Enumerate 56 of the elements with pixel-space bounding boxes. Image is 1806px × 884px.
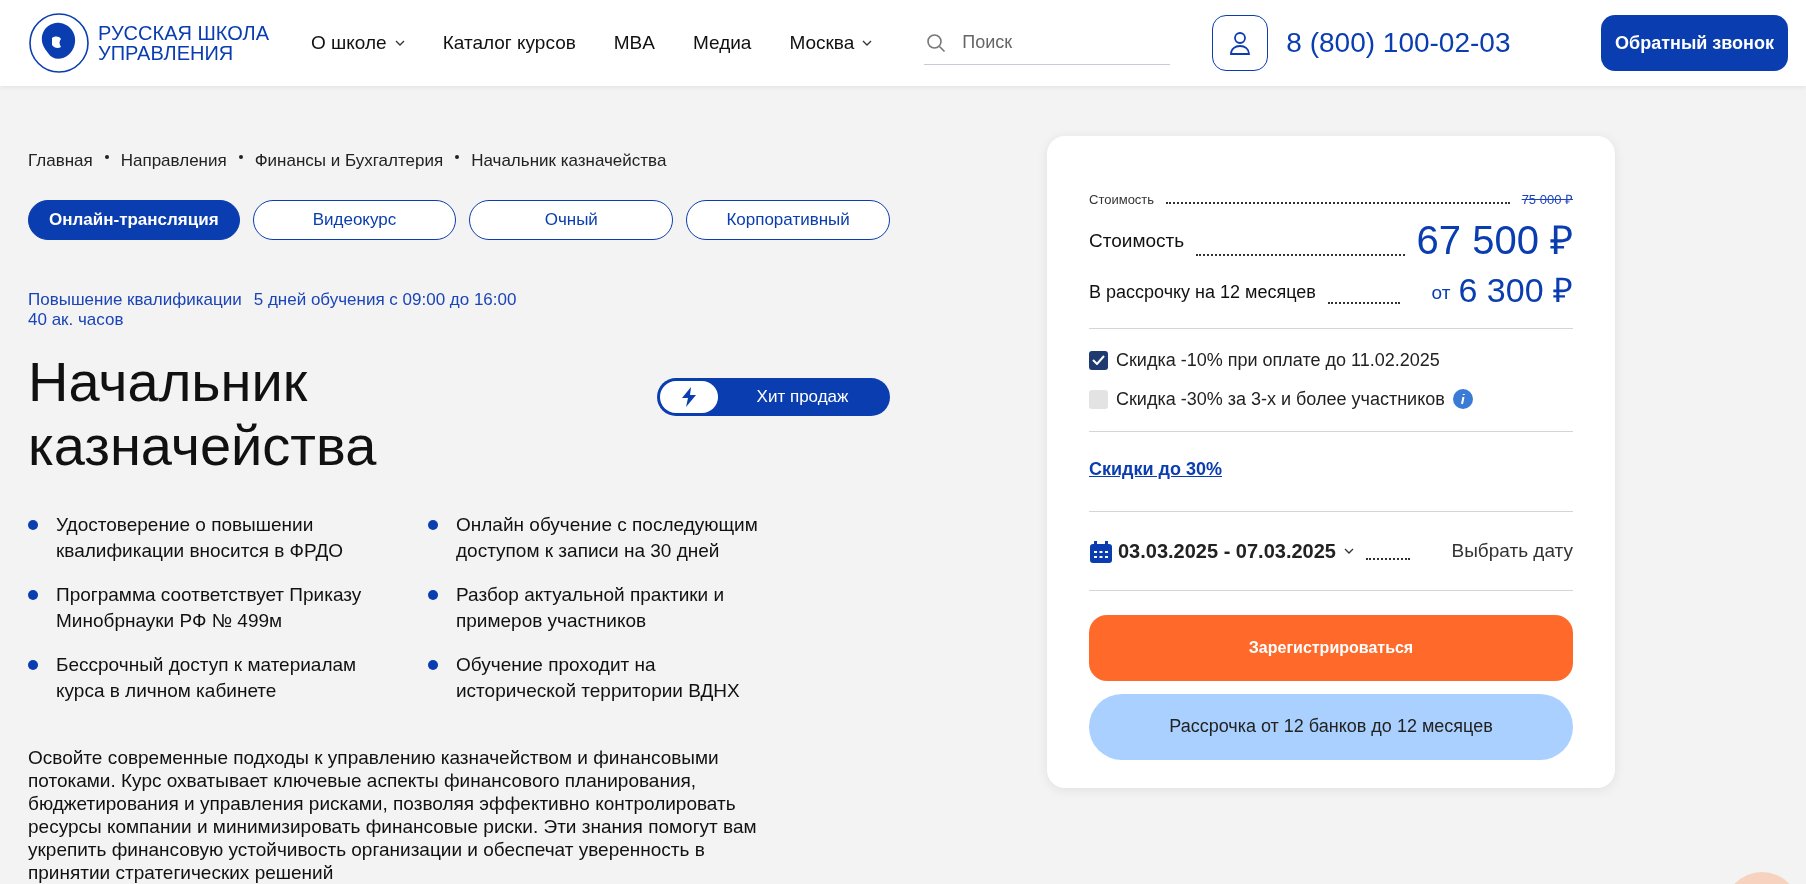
feature-text: Удостоверение о повышении квалификации вносится в ФРДО [56,512,345,563]
search-icon [926,33,947,53]
format-tab[interactable]: Онлайн-трансляция [28,199,240,240]
date-dropdown[interactable]: 03.03.2025 - 07.03.2025 [1118,535,1354,566]
bestseller-badge: Хит продаж [657,377,890,416]
installment-prefix: от [1431,281,1451,305]
info-icon[interactable] [1452,389,1473,409]
course-description: Освойте современные подходы к управлению казначейством и финансовыми потоками. Курс охватывает ключевые аспекты финансового планирования, бюджетирования и управления рисками, позволяя эффективно контролировать ресурсы компании и минимизировать финансовые риски. Эти знания помогут вам укрепить финансовую устойчивость организации и обеспечат уверенность в принятии стратегических решений [28,745,758,884]
course-title: Начальник казначейства [28,349,378,478]
logo-text: РУССКАЯ ШКОЛА [98,23,270,43]
current-price: 67 500 ₽ [1416,217,1573,262]
hours-text: 40 ак. часов [28,309,124,329]
discount-label: Скидка -10% при оплате до 11.02.2025 [1116,348,1440,372]
nav-link[interactable]: MBA [613,28,655,58]
feature-text: Разбор актуальной практики и примеров участников [456,582,726,633]
phone-link[interactable]: 8 (800) 100-02-03 [1286,22,1511,64]
price-label: Стоимость [1089,229,1185,253]
calendar-icon [1089,539,1113,564]
feature-text: Онлайн обучение с последующим доступом к записи на 30 дней [456,512,759,563]
installment-button[interactable]: Рассрочка от 12 банков до 12 месяцев [1089,693,1573,760]
search-field[interactable]: Поиск [924,21,1171,65]
dotted-leader [1365,557,1410,560]
chevron-down-icon [394,40,405,46]
chevron-down-icon [1343,547,1354,554]
nav-link[interactable]: О школе [311,28,405,58]
breadcrumb-link[interactable]: Направления [120,148,227,174]
discount-label: Скидка -30% за 3-х и более участников [1116,387,1445,411]
breadcrumb-link[interactable]: Начальник казначейства [471,148,667,174]
profile-button[interactable] [1212,15,1269,71]
old-price: 75 000 ₽ [1521,191,1573,209]
nav-link[interactable]: Каталог курсов [442,28,576,58]
chevron-down-icon [862,40,873,46]
choose-date-link[interactable]: Выбрать дату [1451,537,1573,566]
course-type-text: Повышение квалификации [28,289,242,309]
feature-text: Программа соответствует Приказу Минобрнауки РФ № 499м [56,582,363,633]
format-tab[interactable]: Корпоративный [686,199,890,240]
feature-text: Бессрочный доступ к материалам курса в личном кабинете [56,652,358,703]
callback-button[interactable]: Обратный звонок [1601,15,1788,71]
price-label: Стоимость [1089,191,1155,209]
discounts-link[interactable]: Скидки до 30% [1089,455,1223,483]
logo-text: УПРАВЛЕНИЯ [98,43,235,63]
installment-price: 6 300 ₽ [1458,269,1573,310]
discount-checkbox[interactable] [1089,350,1108,370]
feature-text: Обучение проходит на исторической территории ВДНХ [456,652,741,703]
format-tab[interactable]: Видеокурс [252,199,457,240]
nav-link[interactable]: Медиа [693,28,752,58]
user-icon [1228,30,1253,56]
installment-label: В рассрочку на 12 месяцев [1089,280,1316,304]
format-tab[interactable]: Очный [469,199,674,240]
schedule-text: 5 дней обучения с 09:00 до 16:00 [253,289,517,309]
discount-checkbox[interactable] [1089,389,1108,409]
lightning-icon [681,386,697,407]
breadcrumb-link[interactable]: Финансы и Бухгалтерия [254,148,444,174]
nav-link[interactable]: Москва [789,28,873,58]
checkmark-icon [1092,355,1105,365]
breadcrumb-link[interactable]: Главная [28,148,93,174]
